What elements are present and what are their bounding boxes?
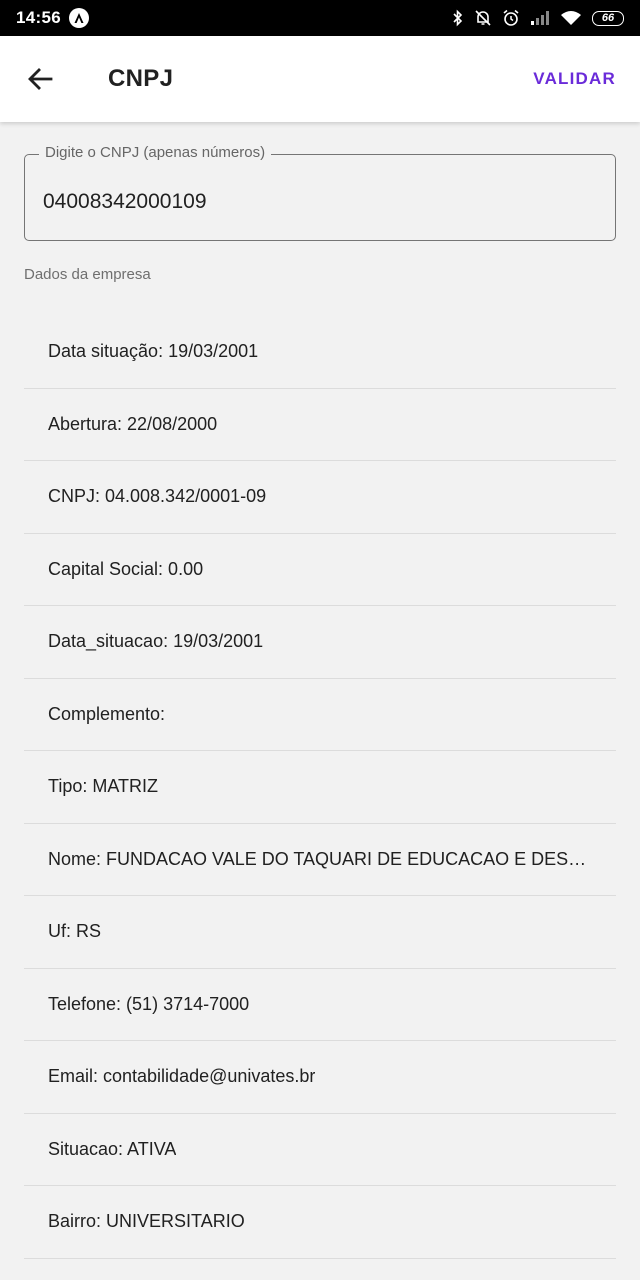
- cnpj-field-label: Digite o CNPJ (apenas números): [39, 144, 272, 161]
- app-notification-icon: [68, 8, 89, 28]
- app-bar: CNPJ VALIDAR: [0, 36, 640, 122]
- signal-icon: [531, 11, 549, 25]
- status-icons: 66: [452, 9, 624, 27]
- alarm-icon: [503, 9, 519, 26]
- list-item-complemento: Complemento:: [24, 679, 616, 751]
- list-item-data-situacao-raw: Data_situacao: 19/03/2001: [24, 606, 616, 679]
- list-item-bairro: Bairro: UNIVERSITARIO: [24, 1186, 616, 1259]
- back-button[interactable]: [20, 59, 60, 99]
- list-item-tipo: Tipo: MATRIZ: [24, 751, 616, 824]
- company-data-list: Data situação: 19/03/2001 Abertura: 22/0…: [24, 316, 616, 1259]
- list-item-telefone: Telefone: (51) 3714-7000: [24, 969, 616, 1041]
- arrow-back-icon: [28, 68, 53, 90]
- list-item-email: Email: contabilidade@univates.br: [24, 1041, 616, 1114]
- validate-button[interactable]: VALIDAR: [533, 69, 616, 89]
- list-item-cnpj: CNPJ: 04.008.342/0001-09: [24, 461, 616, 534]
- page-title: CNPJ: [108, 65, 174, 92]
- list-item-data-situacao: Data situação: 19/03/2001: [24, 316, 616, 389]
- list-item-abertura: Abertura: 22/08/2000: [24, 389, 616, 461]
- list-item-situacao: Situacao: ATIVA: [24, 1114, 616, 1186]
- notifications-off-icon: [475, 10, 491, 26]
- section-title: Dados da empresa: [24, 266, 151, 283]
- cnpj-field[interactable]: Digite o CNPJ (apenas números): [24, 144, 616, 241]
- list-item-uf: Uf: RS: [24, 896, 616, 969]
- wifi-icon: [561, 11, 581, 25]
- status-time: 14:56: [16, 8, 61, 27]
- list-item-nome: Nome: FUNDACAO VALE DO TAQUARI DE EDUCAC…: [24, 824, 616, 896]
- status-bar: 14:56 66: [0, 0, 640, 36]
- list-item-capital-social: Capital Social: 0.00: [24, 534, 616, 606]
- cnpj-input[interactable]: [43, 187, 593, 217]
- battery-icon: 66: [592, 10, 624, 26]
- bluetooth-icon: [453, 9, 463, 27]
